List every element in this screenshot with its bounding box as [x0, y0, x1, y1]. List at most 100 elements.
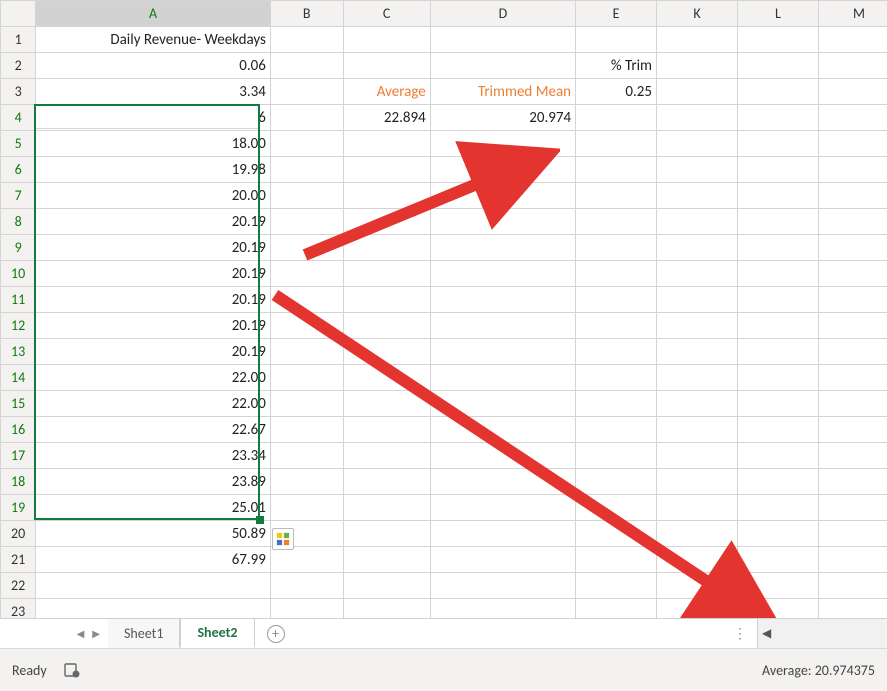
cell[interactable]	[343, 53, 430, 79]
cell[interactable]	[738, 573, 819, 599]
cell-D4-trimmed[interactable]: 20.974	[430, 105, 575, 131]
cell[interactable]	[818, 469, 887, 495]
cell[interactable]	[738, 261, 819, 287]
spreadsheet-grid[interactable]: A B C D E K L M 1 Daily Revenue- Weekday…	[0, 0, 887, 618]
cell[interactable]	[818, 495, 887, 521]
cell[interactable]	[270, 287, 343, 313]
select-all-corner[interactable]	[1, 1, 36, 27]
cell[interactable]	[430, 365, 575, 391]
cell[interactable]	[270, 417, 343, 443]
cell-A8[interactable]: 20.19	[36, 209, 271, 235]
cell[interactable]	[738, 599, 819, 619]
cell[interactable]	[738, 131, 819, 157]
row-header[interactable]: 18	[1, 469, 36, 495]
cell[interactable]	[818, 53, 887, 79]
row-header[interactable]: 17	[1, 443, 36, 469]
cell[interactable]	[657, 391, 738, 417]
cell[interactable]	[343, 131, 430, 157]
cell[interactable]	[657, 79, 738, 105]
cell[interactable]	[657, 235, 738, 261]
cell[interactable]	[430, 157, 575, 183]
row-header[interactable]: 11	[1, 287, 36, 313]
cell[interactable]	[818, 157, 887, 183]
cell[interactable]	[576, 417, 657, 443]
cell-A2[interactable]: 0.06	[36, 53, 271, 79]
cell[interactable]	[738, 287, 819, 313]
cell[interactable]	[576, 469, 657, 495]
cell[interactable]	[657, 469, 738, 495]
cell[interactable]	[430, 183, 575, 209]
cell[interactable]	[657, 209, 738, 235]
cell[interactable]	[430, 573, 575, 599]
cell[interactable]	[576, 599, 657, 619]
cell[interactable]	[576, 131, 657, 157]
row-header[interactable]: 12	[1, 313, 36, 339]
cell[interactable]	[576, 443, 657, 469]
col-header-L[interactable]: L	[738, 1, 819, 27]
cell[interactable]	[738, 235, 819, 261]
tab-nav-buttons[interactable]: ◀ ▶	[0, 619, 108, 648]
cell[interactable]	[270, 469, 343, 495]
cell[interactable]	[576, 547, 657, 573]
cell[interactable]	[343, 573, 430, 599]
cell[interactable]	[657, 339, 738, 365]
cell[interactable]	[818, 209, 887, 235]
cell[interactable]	[270, 79, 343, 105]
cell[interactable]	[657, 365, 738, 391]
cell[interactable]	[738, 209, 819, 235]
cell[interactable]	[818, 183, 887, 209]
cell[interactable]	[657, 573, 738, 599]
cell[interactable]	[430, 235, 575, 261]
cell-A21[interactable]: 67.99	[36, 547, 271, 573]
cell-A6[interactable]: 19.98	[36, 157, 271, 183]
row-header[interactable]: 9	[1, 235, 36, 261]
cell[interactable]	[738, 339, 819, 365]
cell[interactable]	[343, 235, 430, 261]
cell[interactable]	[430, 417, 575, 443]
cell[interactable]	[818, 235, 887, 261]
cell[interactable]	[738, 521, 819, 547]
cell-A20[interactable]: 50.89	[36, 521, 271, 547]
row-header[interactable]: 2	[1, 53, 36, 79]
tab-sheet2[interactable]: Sheet2	[180, 618, 254, 648]
cell-C4-average[interactable]: 22.894	[343, 105, 430, 131]
active-cell-A4[interactable]	[35, 105, 259, 129]
cell[interactable]	[430, 547, 575, 573]
cell[interactable]	[343, 209, 430, 235]
cell[interactable]	[270, 261, 343, 287]
cell[interactable]	[270, 157, 343, 183]
cell-A13[interactable]: 20.19	[36, 339, 271, 365]
cell[interactable]	[738, 183, 819, 209]
cell-A7[interactable]: 20.00	[36, 183, 271, 209]
cell[interactable]	[738, 79, 819, 105]
row-header[interactable]: 22	[1, 573, 36, 599]
cell[interactable]	[343, 443, 430, 469]
cell[interactable]	[270, 313, 343, 339]
cell[interactable]	[738, 365, 819, 391]
cell[interactable]	[738, 53, 819, 79]
cell[interactable]	[36, 573, 271, 599]
cell[interactable]	[270, 495, 343, 521]
cell[interactable]	[657, 417, 738, 443]
cell[interactable]	[576, 27, 657, 53]
cell[interactable]	[343, 391, 430, 417]
cell[interactable]	[430, 261, 575, 287]
tab-overflow-icon[interactable]: ⋮	[723, 619, 757, 648]
cell[interactable]	[343, 469, 430, 495]
cell[interactable]	[576, 573, 657, 599]
cell[interactable]	[818, 313, 887, 339]
cell[interactable]	[430, 313, 575, 339]
row-header[interactable]: 1	[1, 27, 36, 53]
cell[interactable]	[343, 521, 430, 547]
row-header[interactable]: 10	[1, 261, 36, 287]
fill-handle[interactable]	[256, 516, 264, 524]
cell[interactable]	[343, 27, 430, 53]
macro-record-icon[interactable]	[63, 661, 81, 679]
cell[interactable]	[738, 417, 819, 443]
cell[interactable]	[270, 53, 343, 79]
cell[interactable]	[343, 157, 430, 183]
row-header[interactable]: 5	[1, 131, 36, 157]
cell[interactable]	[430, 495, 575, 521]
cell[interactable]	[738, 157, 819, 183]
row-header[interactable]: 23	[1, 599, 36, 619]
